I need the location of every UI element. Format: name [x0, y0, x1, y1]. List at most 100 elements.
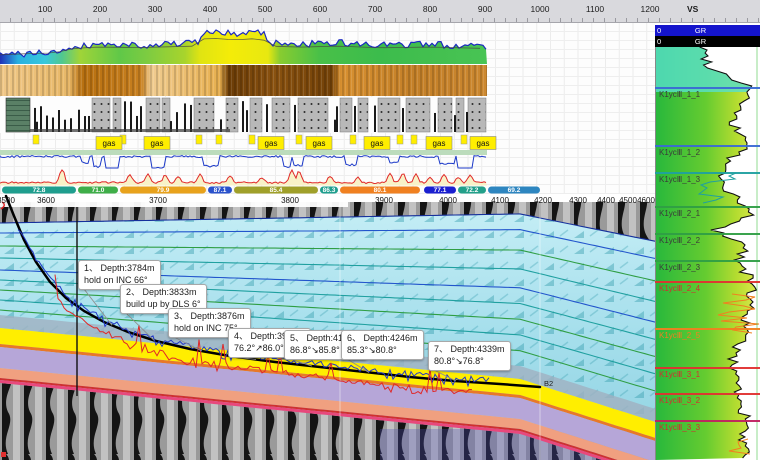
annotation-detail-text: 80.8°↘76.8° [434, 356, 505, 368]
gas-show-label: gas [433, 139, 446, 148]
lithology-block-sand [194, 98, 214, 132]
lithology-bar [40, 106, 42, 132]
annotation-depth-text: 3、 Depth:3876m [174, 311, 245, 323]
lithology-bar [374, 106, 376, 132]
depth-strip [0, 194, 348, 207]
gas-show-label: gas [371, 139, 384, 148]
lithology-block-sand [468, 98, 486, 132]
ruler-tick-1200: 1200 [641, 4, 660, 14]
vs-ruler[interactable]: VS 100 200 300 400 500 600 700 800 900 1000 1100 12… [0, 0, 760, 23]
ruler-tick-1000: 1000 [531, 4, 550, 14]
lithology-bar [402, 108, 404, 132]
gas-tick [411, 135, 417, 144]
lithology-bar [140, 106, 142, 132]
segment-bar-value: 80.1 [374, 187, 387, 194]
ruler-tick-700: 700 [368, 4, 382, 14]
ruler-tick-800: 800 [423, 4, 437, 14]
ruler-tick-200: 200 [93, 4, 107, 14]
gas-tick [249, 135, 255, 144]
lithology-bar [294, 105, 296, 132]
lithology-block-sand [113, 98, 121, 132]
lithology-block-sand [272, 98, 290, 132]
ruler-tick-1100: 1100 [586, 4, 604, 14]
gr-track-title-2: GR [655, 37, 746, 46]
gr-track-header-2[interactable]: 0 GR [655, 36, 760, 47]
segment-bar-value: 69.2 [508, 187, 521, 194]
status-marker [1, 452, 6, 457]
gas-tick [33, 135, 39, 144]
gas-show-label: gas [265, 139, 278, 148]
lithology-bar [242, 101, 244, 132]
segment-bar-value: 85.4 [270, 187, 283, 194]
lithology-bar [124, 101, 126, 132]
segment-bar-value: 77.1 [434, 187, 447, 194]
drilling-curve-blue [0, 156, 486, 169]
lithology-bar [454, 115, 456, 132]
segment-bar-value: 71.0 [92, 187, 105, 194]
trajectory-annotation-7[interactable]: 7、 Depth:4339m80.8°↘76.8° [428, 341, 511, 371]
ruler-tick-400: 400 [203, 4, 217, 14]
lithology-bar [246, 110, 248, 132]
lithology-bar [58, 110, 60, 132]
ruler-tick-100: 100 [38, 4, 52, 14]
lithology-bar [130, 102, 132, 132]
segment-bar-value: 86.3 [323, 187, 336, 194]
lithology-block-sand [358, 98, 368, 132]
segment-bar-value: 72.2 [466, 187, 479, 194]
gas-tick [296, 135, 302, 144]
lithology-bar [334, 120, 336, 132]
segment-bar-value: 79.9 [157, 187, 170, 194]
lithology-block-sand [162, 98, 170, 132]
image-log-texture [0, 65, 487, 96]
lithology-bar [336, 106, 338, 132]
ruler-tick-600: 600 [313, 4, 327, 14]
well-log-tracks-canvas[interactable]: gas gas gas gas gas gas gas 72.8 71.0 79.9 87.1 85.… [0, 28, 540, 194]
seismic-section-canvas[interactable] [0, 194, 655, 460]
annotation-depth-text: 2、 Depth:3833m [126, 287, 201, 299]
lithology-block-sand [438, 98, 452, 132]
lithology-block-sand [340, 98, 352, 132]
lithology-block-sand [92, 98, 110, 132]
ROP-band [0, 150, 487, 155]
segment-bar-value: 72.8 [33, 187, 46, 194]
lithology-block-sand [146, 98, 160, 132]
gr-track-header-1[interactable]: 0 GR [655, 25, 760, 36]
vs-unit-label: VS [687, 4, 698, 14]
lithology-bar [354, 106, 356, 132]
gas-show-label: gas [103, 139, 116, 148]
gas-show-label: gas [151, 139, 164, 148]
gas-show-label: gas [313, 139, 326, 148]
annotation-detail-text: 85.3°↘80.8° [347, 345, 418, 357]
lithology-block-sand [226, 98, 238, 132]
lithology-baseline [30, 129, 230, 132]
lithology-block-sand [250, 98, 262, 132]
lithology-block-sand [456, 98, 464, 132]
target-b2-label: B2 [544, 379, 553, 388]
lithology-bar [434, 113, 436, 132]
ruler-tick-900: 900 [478, 4, 492, 14]
lithology-block-sand [406, 98, 430, 132]
gas-show-label: gas [477, 139, 490, 148]
lithology-bar [34, 108, 36, 132]
gas-tick [350, 135, 356, 144]
geosteering-app-window: VS 100 200 300 400 500 600 700 800 900 1000 1100 12… [0, 0, 760, 460]
gas-tick [196, 135, 202, 144]
segment-bar-value: 87.1 [214, 187, 227, 194]
annotation-depth-text: 6、 Depth:4246m [347, 333, 418, 345]
annotation-depth-text: 1、 Depth:3784m [84, 263, 155, 275]
gr-track-title: GR [655, 26, 746, 35]
lithology-block-sand [298, 98, 328, 132]
lithology-bar [78, 110, 80, 132]
ruler-tick-300: 300 [148, 4, 162, 14]
lithology-block-sand [378, 98, 400, 132]
lithology-bar [266, 104, 268, 132]
ruler-tick-500: 500 [258, 4, 272, 14]
lithology-block-coal [6, 98, 30, 132]
lithology-bar [190, 105, 192, 132]
trajectory-annotation-6[interactable]: 6、 Depth:4246m85.3°↘80.8° [341, 330, 424, 360]
gas-tick [397, 135, 403, 144]
gas-tick [461, 135, 467, 144]
lithology-bar [184, 103, 186, 132]
gas-tick [216, 135, 222, 144]
gr-panel-canvas[interactable] [655, 47, 760, 460]
